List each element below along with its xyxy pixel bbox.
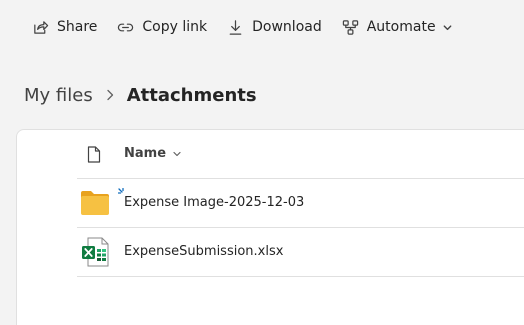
list-item[interactable]: Expense Image-2025-12-03 xyxy=(77,179,524,228)
flow-icon xyxy=(342,19,358,35)
list-header: Name xyxy=(77,130,524,179)
list-item[interactable]: ExpenseSubmission.xlsx xyxy=(77,228,524,277)
download-button[interactable]: Download xyxy=(227,11,322,43)
copy-link-label: Copy link xyxy=(142,19,208,35)
name-column-label: Name xyxy=(124,146,167,161)
download-label: Download xyxy=(252,19,322,35)
command-bar: Share Copy link Download Automate xyxy=(0,0,524,54)
share-label: Share xyxy=(57,19,98,35)
file-name[interactable]: ExpenseSubmission.xlsx xyxy=(124,244,283,259)
folder-icon xyxy=(81,191,109,215)
breadcrumb-my-files[interactable]: My files xyxy=(24,85,93,106)
breadcrumb-current-folder: Attachments xyxy=(126,84,257,106)
file-type-icon[interactable] xyxy=(87,146,101,163)
automate-button[interactable]: Automate xyxy=(342,11,453,43)
download-icon xyxy=(229,19,242,35)
excel-file-icon xyxy=(82,237,109,267)
link-icon xyxy=(118,23,134,31)
name-column-header[interactable]: Name xyxy=(124,146,181,161)
share-button[interactable]: Share xyxy=(32,11,97,43)
sort-chevron-icon xyxy=(173,151,181,156)
share-icon xyxy=(34,20,49,34)
chevron-down-icon xyxy=(443,24,451,30)
breadcrumb: My files Attachments xyxy=(24,80,257,110)
automate-label: Automate xyxy=(366,19,436,35)
copy-link-button[interactable]: Copy link xyxy=(117,11,207,43)
file-name[interactable]: Expense Image-2025-12-03 xyxy=(124,195,304,210)
file-list-panel: Name Expense Image-2025-12-03 ExpenseSub… xyxy=(16,129,524,325)
chevron-right-icon xyxy=(105,89,115,101)
